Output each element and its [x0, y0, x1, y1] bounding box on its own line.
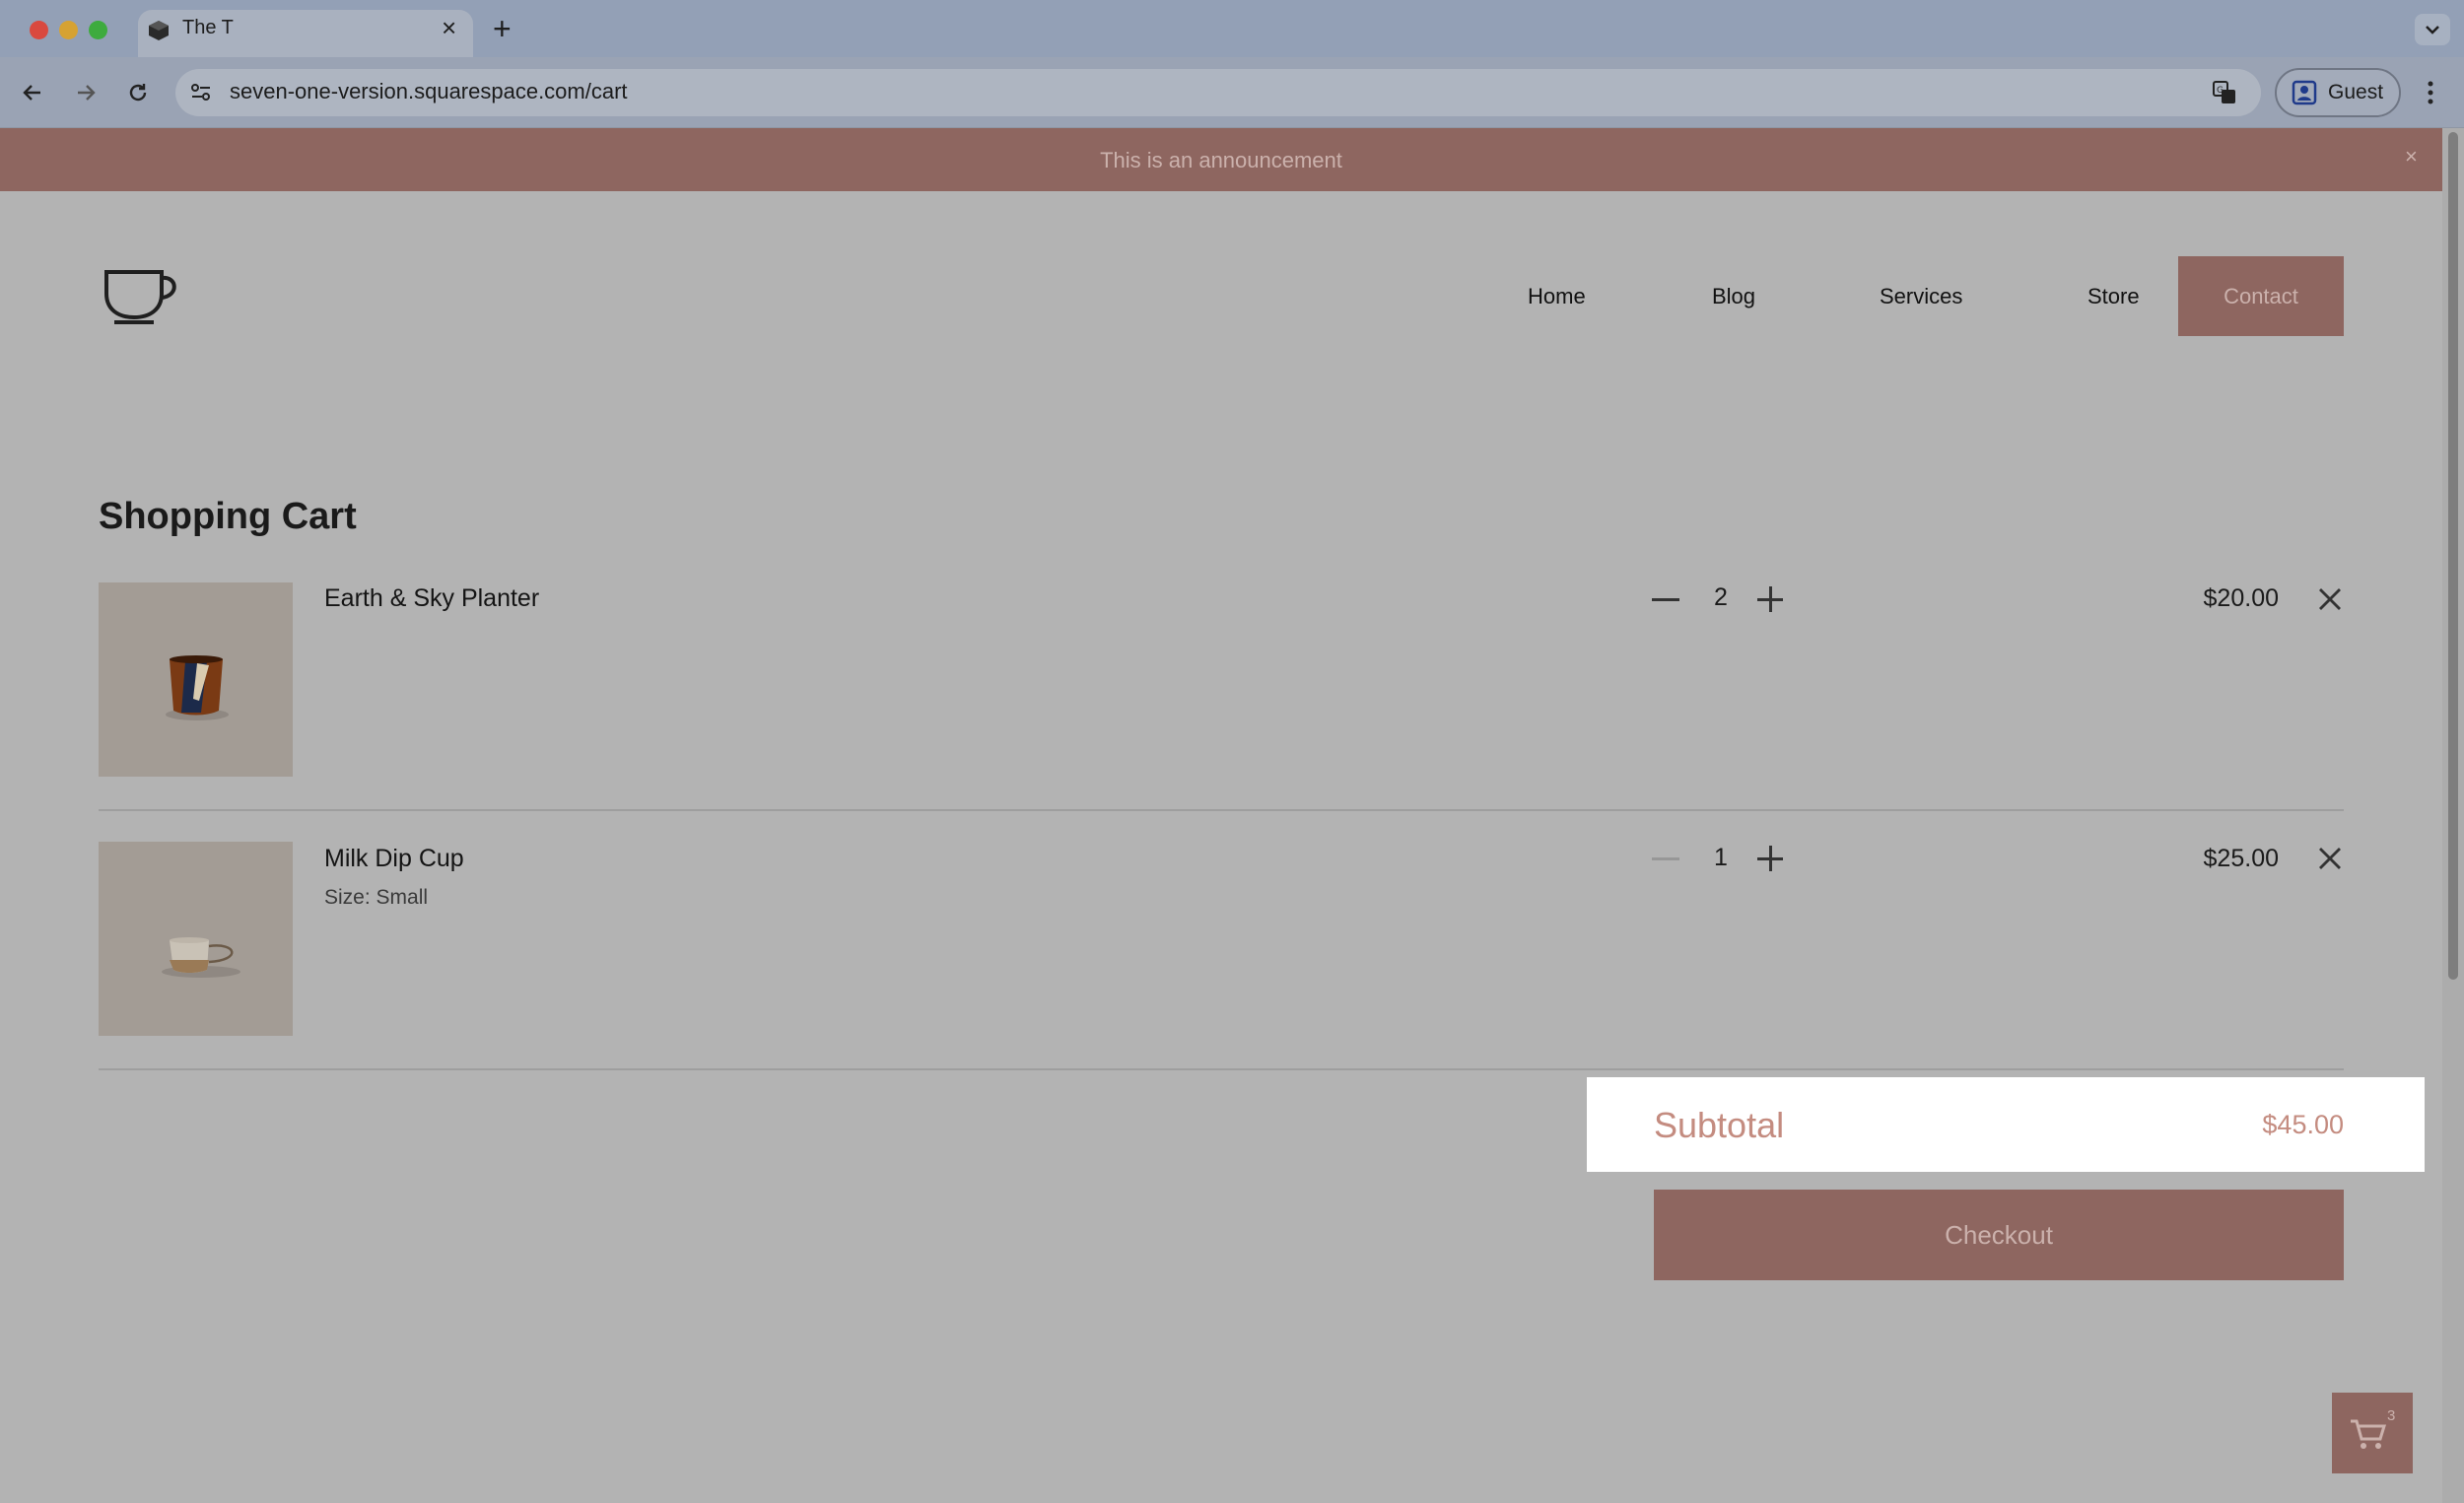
product-image-cup[interactable]	[99, 842, 293, 1036]
checkout-button[interactable]: Checkout	[1654, 1190, 2344, 1280]
planter-image	[166, 655, 229, 720]
nav-home-link[interactable]: Home	[1528, 284, 1586, 309]
cart-item-price: $25.00	[2203, 845, 2279, 872]
back-icon[interactable]	[16, 76, 49, 109]
page-title: Shopping Cart	[99, 496, 357, 537]
cart-item-name[interactable]: Milk Dip Cup	[324, 845, 464, 873]
url-text[interactable]: seven-one-version.squarespace.com/cart	[230, 79, 628, 104]
plus-icon[interactable]	[1757, 846, 1783, 871]
site-info-icon[interactable]	[187, 79, 215, 106]
chevron-down-icon	[2426, 26, 2439, 34]
tab-close-icon[interactable]: ×	[442, 13, 456, 42]
tab-title: The T	[182, 17, 234, 38]
profile-label: Guest	[2328, 81, 2384, 103]
profile-icon	[2292, 80, 2317, 105]
nav-blog-link[interactable]: Blog	[1712, 284, 1755, 309]
cup-image	[162, 937, 240, 978]
minus-icon[interactable]	[1652, 857, 1679, 860]
reload-icon[interactable]	[121, 76, 155, 109]
forward-icon[interactable]	[69, 76, 103, 109]
plus-icon[interactable]	[1757, 586, 1783, 612]
cart-item-name[interactable]: Earth & Sky Planter	[324, 584, 539, 613]
subtotal-label: Subtotal	[1654, 1105, 1785, 1145]
subtotal-value: $45.00	[2262, 1110, 2344, 1139]
cart-count-badge: 3	[2387, 1407, 2396, 1424]
kebab-menu-icon[interactable]	[2423, 77, 2438, 108]
announcement-text[interactable]: This is an announcement	[0, 148, 2442, 173]
contact-button[interactable]: Contact	[2178, 256, 2344, 336]
product-image-planter[interactable]	[99, 582, 293, 777]
item-divider	[99, 809, 2344, 811]
window-minimize-button[interactable]	[59, 21, 78, 39]
new-tab-icon[interactable]: +	[493, 12, 512, 45]
cup-logo-icon[interactable]	[103, 264, 181, 325]
quantity-value: 1	[1714, 844, 1728, 871]
cart-item-variant: Size: Small	[324, 886, 429, 909]
remove-icon[interactable]	[2317, 846, 2343, 871]
scrollbar-thumb[interactable]	[2448, 132, 2458, 980]
item-divider	[99, 1068, 2344, 1070]
tab-search-button[interactable]	[2415, 14, 2450, 45]
window-maximize-button[interactable]	[89, 21, 107, 39]
quantity-value: 2	[1714, 583, 1728, 611]
site-favicon-icon	[149, 21, 169, 40]
window-close-button[interactable]	[30, 21, 48, 39]
svg-text:G: G	[2217, 86, 2224, 96]
announcement-close-icon[interactable]: ×	[2405, 144, 2418, 170]
nav-services-link[interactable]: Services	[1880, 284, 1962, 309]
remove-icon[interactable]	[2317, 586, 2343, 612]
nav-store-link[interactable]: Store	[2088, 284, 2140, 309]
translate-icon[interactable]: G	[2210, 78, 2239, 107]
cart-item-price: $20.00	[2203, 584, 2279, 612]
cart-icon	[2351, 1419, 2387, 1449]
minus-icon[interactable]	[1652, 598, 1679, 601]
